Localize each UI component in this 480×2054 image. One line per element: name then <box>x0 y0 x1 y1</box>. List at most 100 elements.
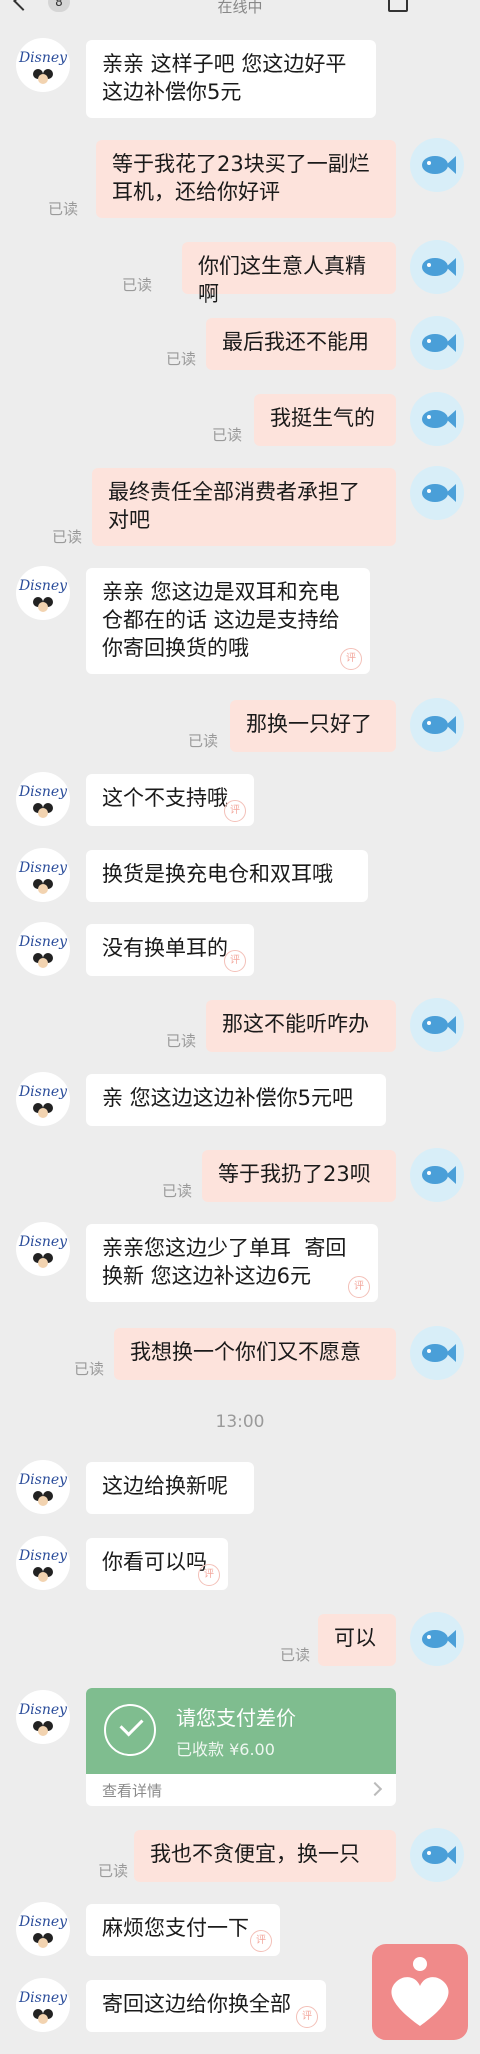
svg-text:Disney: Disney <box>18 50 68 66</box>
stamp-icon: 评 <box>224 950 246 972</box>
message-bubble[interactable]: 可以 <box>318 1614 396 1666</box>
message-bubble[interactable]: 这边给换新呢 <box>86 1462 254 1514</box>
message-text: 换货是换充电仓和双耳哦 <box>102 862 333 886</box>
message-text: 那这不能听咋办 <box>222 1012 369 1036</box>
top-bar: 8 在线中 <box>0 0 480 18</box>
fish-avatar-icon[interactable] <box>410 466 464 520</box>
fish-avatar-icon[interactable] <box>410 316 464 370</box>
message-text: 亲亲您这边少了单耳 寄回 换新 您这边补这边6元 <box>102 1236 347 1288</box>
fish-avatar-icon[interactable] <box>410 1326 464 1380</box>
svg-text:Disney: Disney <box>18 1472 68 1488</box>
read-receipt: 已读 <box>166 1032 197 1050</box>
svg-text:Disney: Disney <box>18 578 68 594</box>
disney-avatar[interactable]: Disney <box>16 566 70 620</box>
stamp-icon: 评 <box>296 2006 318 2028</box>
message-text: 可以 <box>334 1626 376 1650</box>
message-text: 我挺生气的 <box>270 406 375 430</box>
svg-text:Disney: Disney <box>18 934 68 950</box>
svg-text:Disney: Disney <box>18 784 68 800</box>
disney-avatar[interactable]: Disney <box>16 1690 70 1744</box>
fish-avatar-icon[interactable] <box>410 1828 464 1882</box>
disney-avatar[interactable]: Disney <box>16 848 70 902</box>
message-bubble[interactable]: 寄回这边给你换全部评 <box>86 1980 326 2032</box>
message-bubble[interactable]: 最终责任全部消费者承担了 对吧 <box>92 468 396 546</box>
read-receipt: 已读 <box>188 732 219 750</box>
message-bubble[interactable]: 我挺生气的 <box>254 394 396 446</box>
disney-avatar[interactable]: Disney <box>16 38 70 92</box>
message-bubble[interactable]: 麻烦您支付一下评 <box>86 1904 280 1956</box>
disney-avatar[interactable]: Disney <box>16 1536 70 1590</box>
message-text: 等于我花了23块买了一副烂 耳机，还给你好评 <box>112 152 370 204</box>
heart-button[interactable] <box>372 1944 468 2040</box>
message-bubble[interactable]: 等于我花了23块买了一副烂 耳机，还给你好评 <box>96 140 396 218</box>
payment-card[interactable]: 请您支付差价 已收款 ¥6.00 查看详情 <box>86 1688 396 1806</box>
message-text: 最终责任全部消费者承担了 对吧 <box>108 480 360 532</box>
message-bubble[interactable]: 亲 您这边这边补偿你5元吧 <box>86 1074 386 1126</box>
disney-avatar[interactable]: Disney <box>16 1072 70 1126</box>
disney-avatar[interactable]: Disney <box>16 1902 70 1956</box>
online-status: 在线中 <box>217 0 263 16</box>
fish-avatar-icon[interactable] <box>410 240 464 294</box>
message-bubble[interactable]: 你看可以吗评 <box>86 1538 228 1590</box>
message-text: 亲 您这边这边补偿你5元吧 <box>102 1086 354 1110</box>
message-text: 亲亲 这样子吧 您这边好平 这边补偿你5元 <box>102 52 347 104</box>
read-receipt: 已读 <box>162 1182 193 1200</box>
read-receipt: 已读 <box>280 1646 311 1664</box>
disney-avatar[interactable]: Disney <box>16 1222 70 1276</box>
fish-avatar-icon[interactable] <box>410 998 464 1052</box>
fish-avatar-icon[interactable] <box>410 698 464 752</box>
message-bubble[interactable]: 最后我还不能用 <box>206 318 396 370</box>
read-receipt: 已读 <box>212 426 243 444</box>
read-receipt: 已读 <box>166 350 197 368</box>
read-receipt: 已读 <box>52 528 83 546</box>
message-bubble[interactable]: 那这不能听咋办 <box>206 1000 396 1052</box>
message-bubble[interactable]: 没有换单耳的评 <box>86 924 254 976</box>
message-text: 亲亲 您这边是双耳和充电 仓都在的话 这边是支持给 你寄回换货的哦 <box>102 580 340 660</box>
disney-avatar[interactable]: Disney <box>16 922 70 976</box>
fish-avatar-icon[interactable] <box>410 1612 464 1666</box>
message-text: 没有换单耳的 <box>102 936 228 960</box>
heart-icon <box>391 1957 449 2026</box>
svg-text:Disney: Disney <box>18 1234 68 1250</box>
message-bubble[interactable]: 亲亲 这样子吧 您这边好平 这边补偿你5元 <box>86 40 376 118</box>
svg-text:Disney: Disney <box>18 1548 68 1564</box>
message-bubble[interactable]: 我想换一个你们又不愿意 <box>114 1328 396 1380</box>
message-text: 麻烦您支付一下 <box>102 1916 249 1940</box>
message-bubble[interactable]: 亲亲您这边少了单耳 寄回 换新 您这边补这边6元评 <box>86 1224 378 1302</box>
message-text: 我想换一个你们又不愿意 <box>130 1340 361 1364</box>
read-receipt: 已读 <box>98 1862 129 1880</box>
message-bubble[interactable]: 亲亲 您这边是双耳和充电 仓都在的话 这边是支持给 你寄回换货的哦评 <box>86 568 370 674</box>
stamp-icon: 评 <box>250 1930 272 1952</box>
message-text: 等于我扔了23呗 <box>218 1162 371 1186</box>
stamp-icon: 评 <box>340 648 362 670</box>
checkmark-icon <box>104 1704 156 1756</box>
message-text: 那换一只好了 <box>246 712 372 736</box>
message-text: 这个不支持哦 <box>102 786 228 810</box>
disney-avatar[interactable]: Disney <box>16 1460 70 1514</box>
view-details-link[interactable]: 查看详情 <box>102 1780 162 1801</box>
message-bubble[interactable]: 你们这生意人真精啊 <box>182 242 396 306</box>
message-bubble[interactable]: 换货是换充电仓和双耳哦 <box>86 850 368 902</box>
payment-title: 请您支付差价 <box>176 1706 296 1730</box>
svg-text:Disney: Disney <box>18 860 68 876</box>
message-text: 我也不贪便宜，换一只 <box>150 1842 360 1866</box>
message-bubble[interactable]: 这个不支持哦评 <box>86 774 254 826</box>
read-receipt: 已读 <box>74 1360 105 1378</box>
fish-avatar-icon[interactable] <box>410 138 464 192</box>
fish-avatar-icon[interactable] <box>410 1148 464 1202</box>
message-bubble[interactable]: 等于我扔了23呗 <box>202 1150 396 1202</box>
more-icon[interactable] <box>388 0 408 12</box>
svg-text:Disney: Disney <box>18 1990 68 2006</box>
disney-avatar[interactable]: Disney <box>16 1978 70 2032</box>
stamp-icon: 评 <box>198 1564 220 1586</box>
disney-logo-text: Disney <box>18 1702 68 1718</box>
disney-avatar[interactable]: Disney <box>16 772 70 826</box>
message-text: 寄回这边给你换全部 <box>102 1992 291 2016</box>
message-text: 你看可以吗 <box>102 1550 207 1574</box>
stamp-icon: 评 <box>224 800 246 822</box>
chevron-right-icon <box>367 1781 383 1797</box>
message-bubble[interactable]: 那换一只好了 <box>230 700 396 752</box>
fish-avatar-icon[interactable] <box>410 392 464 446</box>
read-receipt: 已读 <box>48 200 79 218</box>
message-bubble[interactable]: 我也不贪便宜，换一只 <box>134 1830 396 1882</box>
